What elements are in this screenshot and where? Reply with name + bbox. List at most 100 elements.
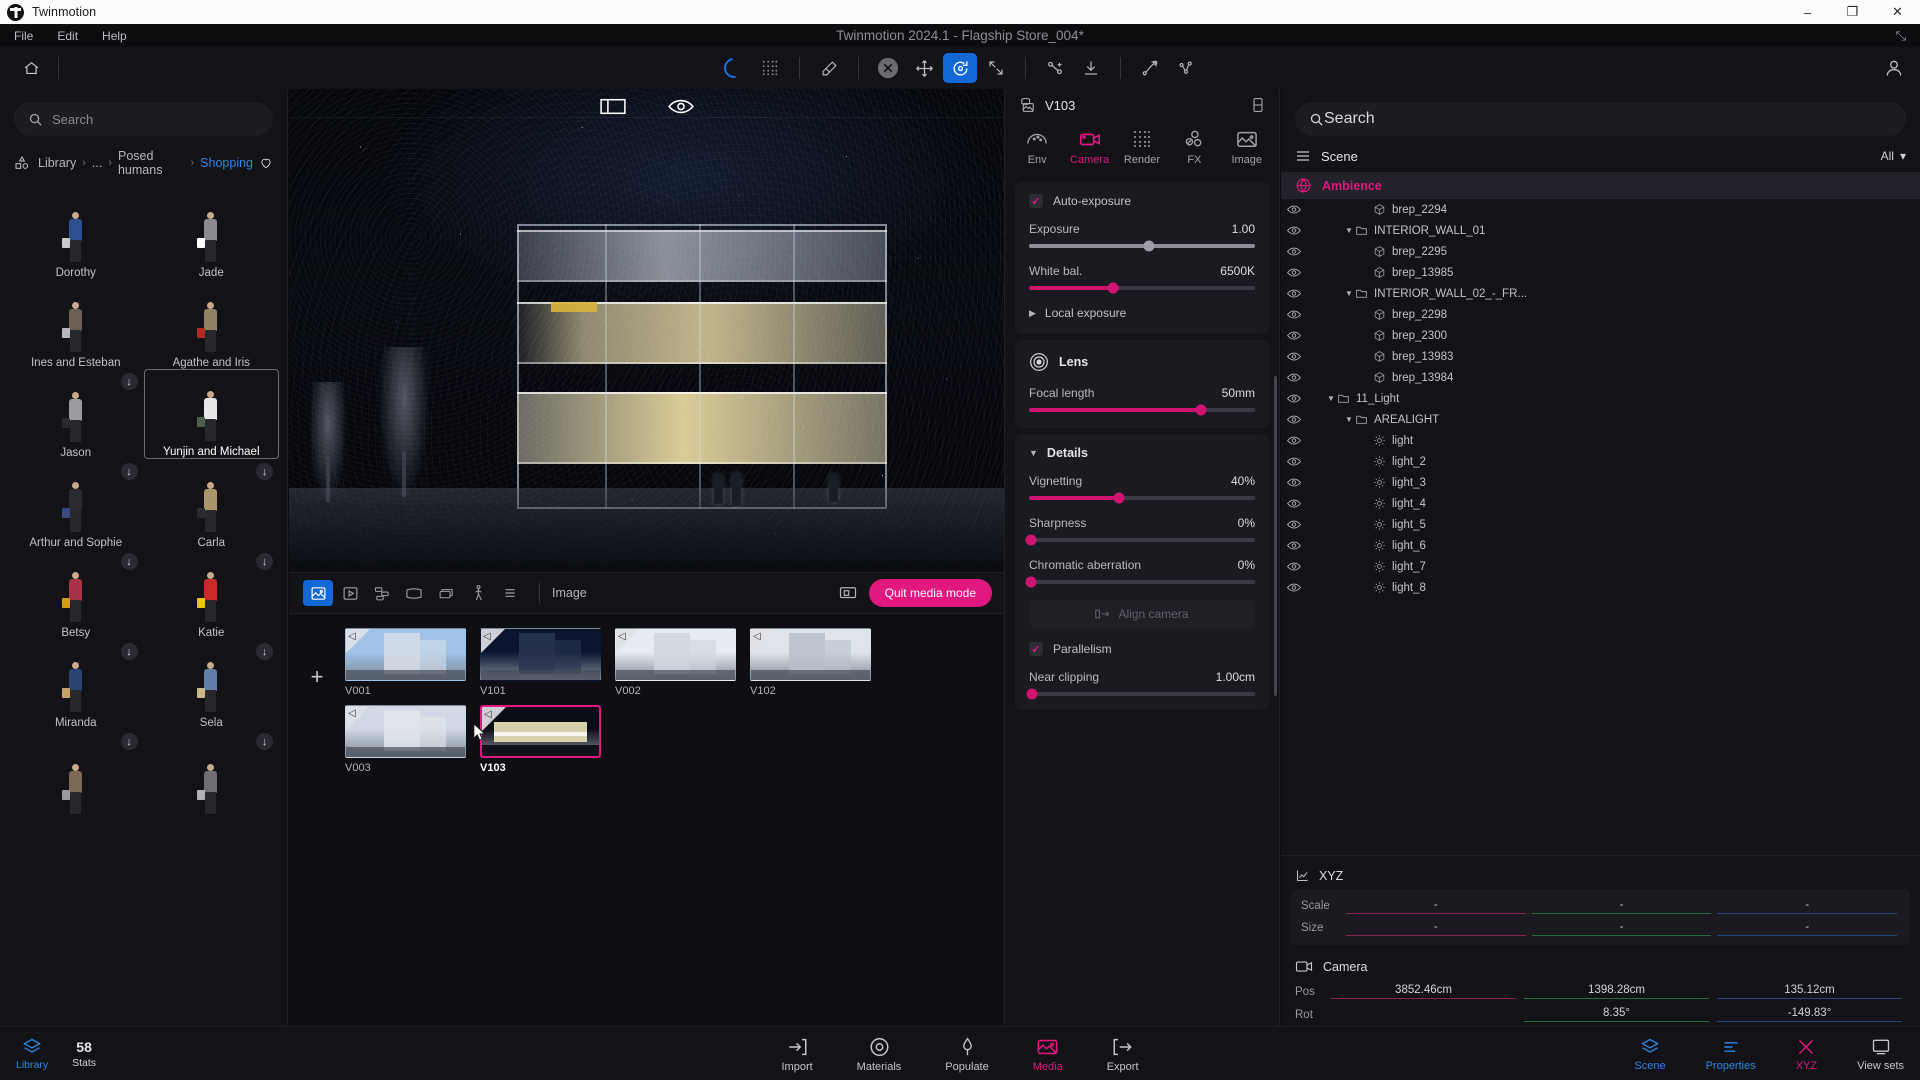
download-icon[interactable]: ↓ (120, 463, 138, 480)
video-media-icon[interactable] (335, 580, 365, 606)
visibility-eye-icon[interactable] (1281, 372, 1307, 383)
properties-tab-fx[interactable]: FX (1168, 129, 1220, 166)
library-item[interactable]: Agathe and Iris (144, 279, 280, 369)
media-thumbnail-image[interactable]: ◁ (345, 705, 466, 758)
properties-tab-camera[interactable]: Camera (1064, 129, 1116, 166)
media-thumbnail-item[interactable]: ◁ V102 (750, 628, 871, 697)
visibility-eye-icon[interactable] (1281, 288, 1307, 299)
library-item[interactable]: Ines and Esteban (8, 279, 144, 369)
scene-tree-row[interactable]: light_6 (1281, 535, 1920, 556)
library-item[interactable]: Betsy ↓ (8, 549, 144, 639)
media-thumbnail-item[interactable]: ◁ V101 (480, 628, 601, 697)
xyz-field-y[interactable]: - (1531, 921, 1712, 936)
vignetting-slider[interactable] (1029, 492, 1255, 504)
properties-tab-env[interactable]: Env (1011, 129, 1063, 166)
focal-length-slider[interactable] (1029, 404, 1255, 416)
scene-tree-item[interactable]: brep_2298 (1373, 308, 1447, 321)
quit-media-mode-button[interactable]: Quit media mode (868, 579, 992, 607)
media-thumbnail-image[interactable]: ◁ (345, 628, 466, 681)
visibility-eye-icon[interactable] (1281, 204, 1307, 215)
camera-pos-y[interactable]: 1398.28cm (1524, 984, 1709, 999)
list-view-icon[interactable] (495, 580, 525, 606)
media-thumbnail-image[interactable]: ◁ (480, 705, 601, 758)
pivot-tool-icon[interactable] (1038, 53, 1072, 83)
scene-tree-item[interactable]: INTERIOR_WALL_02_-_FR... (1355, 287, 1527, 300)
xyz-field-x[interactable]: - (1346, 921, 1526, 936)
camera-rot-x[interactable] (1331, 1013, 1516, 1016)
walkthrough-icon[interactable] (463, 580, 493, 606)
visibility-eye-icon[interactable] (667, 98, 694, 115)
download-icon[interactable]: ↓ (256, 643, 273, 660)
download-icon[interactable]: ↓ (256, 733, 273, 750)
parallelism-checkbox[interactable]: ✓ (1029, 642, 1043, 656)
user-account-icon[interactable] (1884, 58, 1904, 78)
breadcrumb-root[interactable]: Library (38, 156, 76, 170)
library-item[interactable]: ↓ (144, 729, 280, 819)
scene-tree-row[interactable]: brep_13984 (1281, 367, 1920, 388)
parallelism-row[interactable]: ✓ Parallelism (1029, 642, 1255, 656)
dock-panel-icon[interactable] (1251, 97, 1265, 113)
media-thumbnail-item[interactable]: ◁ V002 (615, 628, 736, 697)
chevron-down-icon[interactable]: ▼ (1343, 415, 1355, 424)
visibility-eye-icon[interactable] (1281, 498, 1307, 509)
visibility-eye-icon[interactable] (1281, 351, 1307, 362)
scene-tree-row[interactable]: brep_2300 (1281, 325, 1920, 346)
scene-tree-row[interactable]: brep_2295 (1281, 241, 1920, 262)
library-toggle-button[interactable]: Library (16, 1037, 48, 1071)
scene-tree-item[interactable]: light_8 (1373, 581, 1426, 594)
menu-edit[interactable]: Edit (47, 29, 88, 43)
scene-tree-row[interactable]: ▼ INTERIOR_WALL_01 (1281, 220, 1920, 241)
scene-tree-item[interactable]: light_5 (1373, 518, 1426, 531)
media-thumbnail-image[interactable]: ◁ (615, 628, 736, 681)
media-thumbnail-item[interactable]: ◁ V001 (345, 628, 466, 697)
nav-populate[interactable]: Populate (945, 1036, 989, 1073)
move-tool-icon[interactable] (907, 53, 941, 83)
scene-tree-row[interactable]: brep_13983 (1281, 346, 1920, 367)
menu-help[interactable]: Help (92, 29, 137, 43)
scene-tree-item[interactable]: INTERIOR_WALL_01 (1355, 224, 1485, 237)
scene-tree-row[interactable]: ▼ INTERIOR_WALL_02_-_FR... (1281, 283, 1920, 304)
library-item[interactable]: ↓ (8, 729, 144, 819)
nav-materials[interactable]: Materials (857, 1036, 901, 1073)
visibility-eye-icon[interactable] (1281, 225, 1307, 236)
download-icon[interactable]: ↓ (256, 463, 273, 480)
properties-tab-render[interactable]: Render (1116, 129, 1168, 166)
image-media-icon[interactable] (303, 580, 333, 606)
visibility-eye-icon[interactable] (1281, 246, 1307, 257)
nav-media[interactable]: Media (1033, 1036, 1063, 1073)
library-item[interactable]: Dorothy (8, 189, 144, 279)
properties-tab-image[interactable]: Image (1221, 129, 1273, 166)
scene-tree-row[interactable]: brep_13985 (1281, 262, 1920, 283)
scene-tree-row[interactable]: ▼ AREALIGHT (1281, 409, 1920, 430)
visibility-eye-icon[interactable] (1281, 561, 1307, 572)
breadcrumb-ellipsis[interactable]: ... (92, 156, 102, 170)
media-thumbnail-image[interactable]: ◁ (750, 628, 871, 681)
scene-filter[interactable]: All ▾ (1881, 149, 1906, 163)
camera-rot-y[interactable]: 8.35° (1524, 1007, 1709, 1022)
align-camera-button[interactable]: Align camera (1029, 600, 1255, 628)
xyz-field-z[interactable]: - (1717, 921, 1898, 936)
media-thumbnail-image[interactable]: ◁ (480, 628, 601, 681)
library-item[interactable]: Carla ↓ (144, 459, 280, 549)
visibility-eye-icon[interactable] (1281, 267, 1307, 278)
scene-tree-item[interactable]: 11_Light (1337, 392, 1399, 405)
path-tool-icon[interactable] (1133, 53, 1167, 83)
media-thumbnail-item[interactable]: ◁ V003 (345, 705, 466, 774)
auto-exposure-row[interactable]: ✓ Auto-exposure (1029, 194, 1255, 208)
camera-pos-z[interactable]: 135.12cm (1717, 984, 1902, 999)
sharpness-slider[interactable] (1025, 534, 1255, 546)
visibility-eye-icon[interactable] (1281, 456, 1307, 467)
eyedropper-icon[interactable] (812, 53, 846, 83)
scene-tree-row[interactable]: brep_2298 (1281, 304, 1920, 325)
properties-toggle-button[interactable]: Properties (1706, 1037, 1756, 1072)
scene-tree-item[interactable]: light_7 (1373, 560, 1426, 573)
visibility-eye-icon[interactable] (1281, 582, 1307, 593)
presentation-icon[interactable] (839, 585, 857, 601)
scene-tree-item[interactable]: light_6 (1373, 539, 1426, 552)
library-item[interactable]: Arthur and Sophie ↓ (8, 459, 144, 549)
scene-search[interactable]: Search (1295, 102, 1906, 136)
download-icon[interactable]: ↓ (120, 373, 138, 390)
panorama-sequence-icon[interactable] (367, 580, 397, 606)
breadcrumb-current[interactable]: Shopping (200, 156, 253, 170)
exposure-slider[interactable] (1029, 240, 1255, 252)
